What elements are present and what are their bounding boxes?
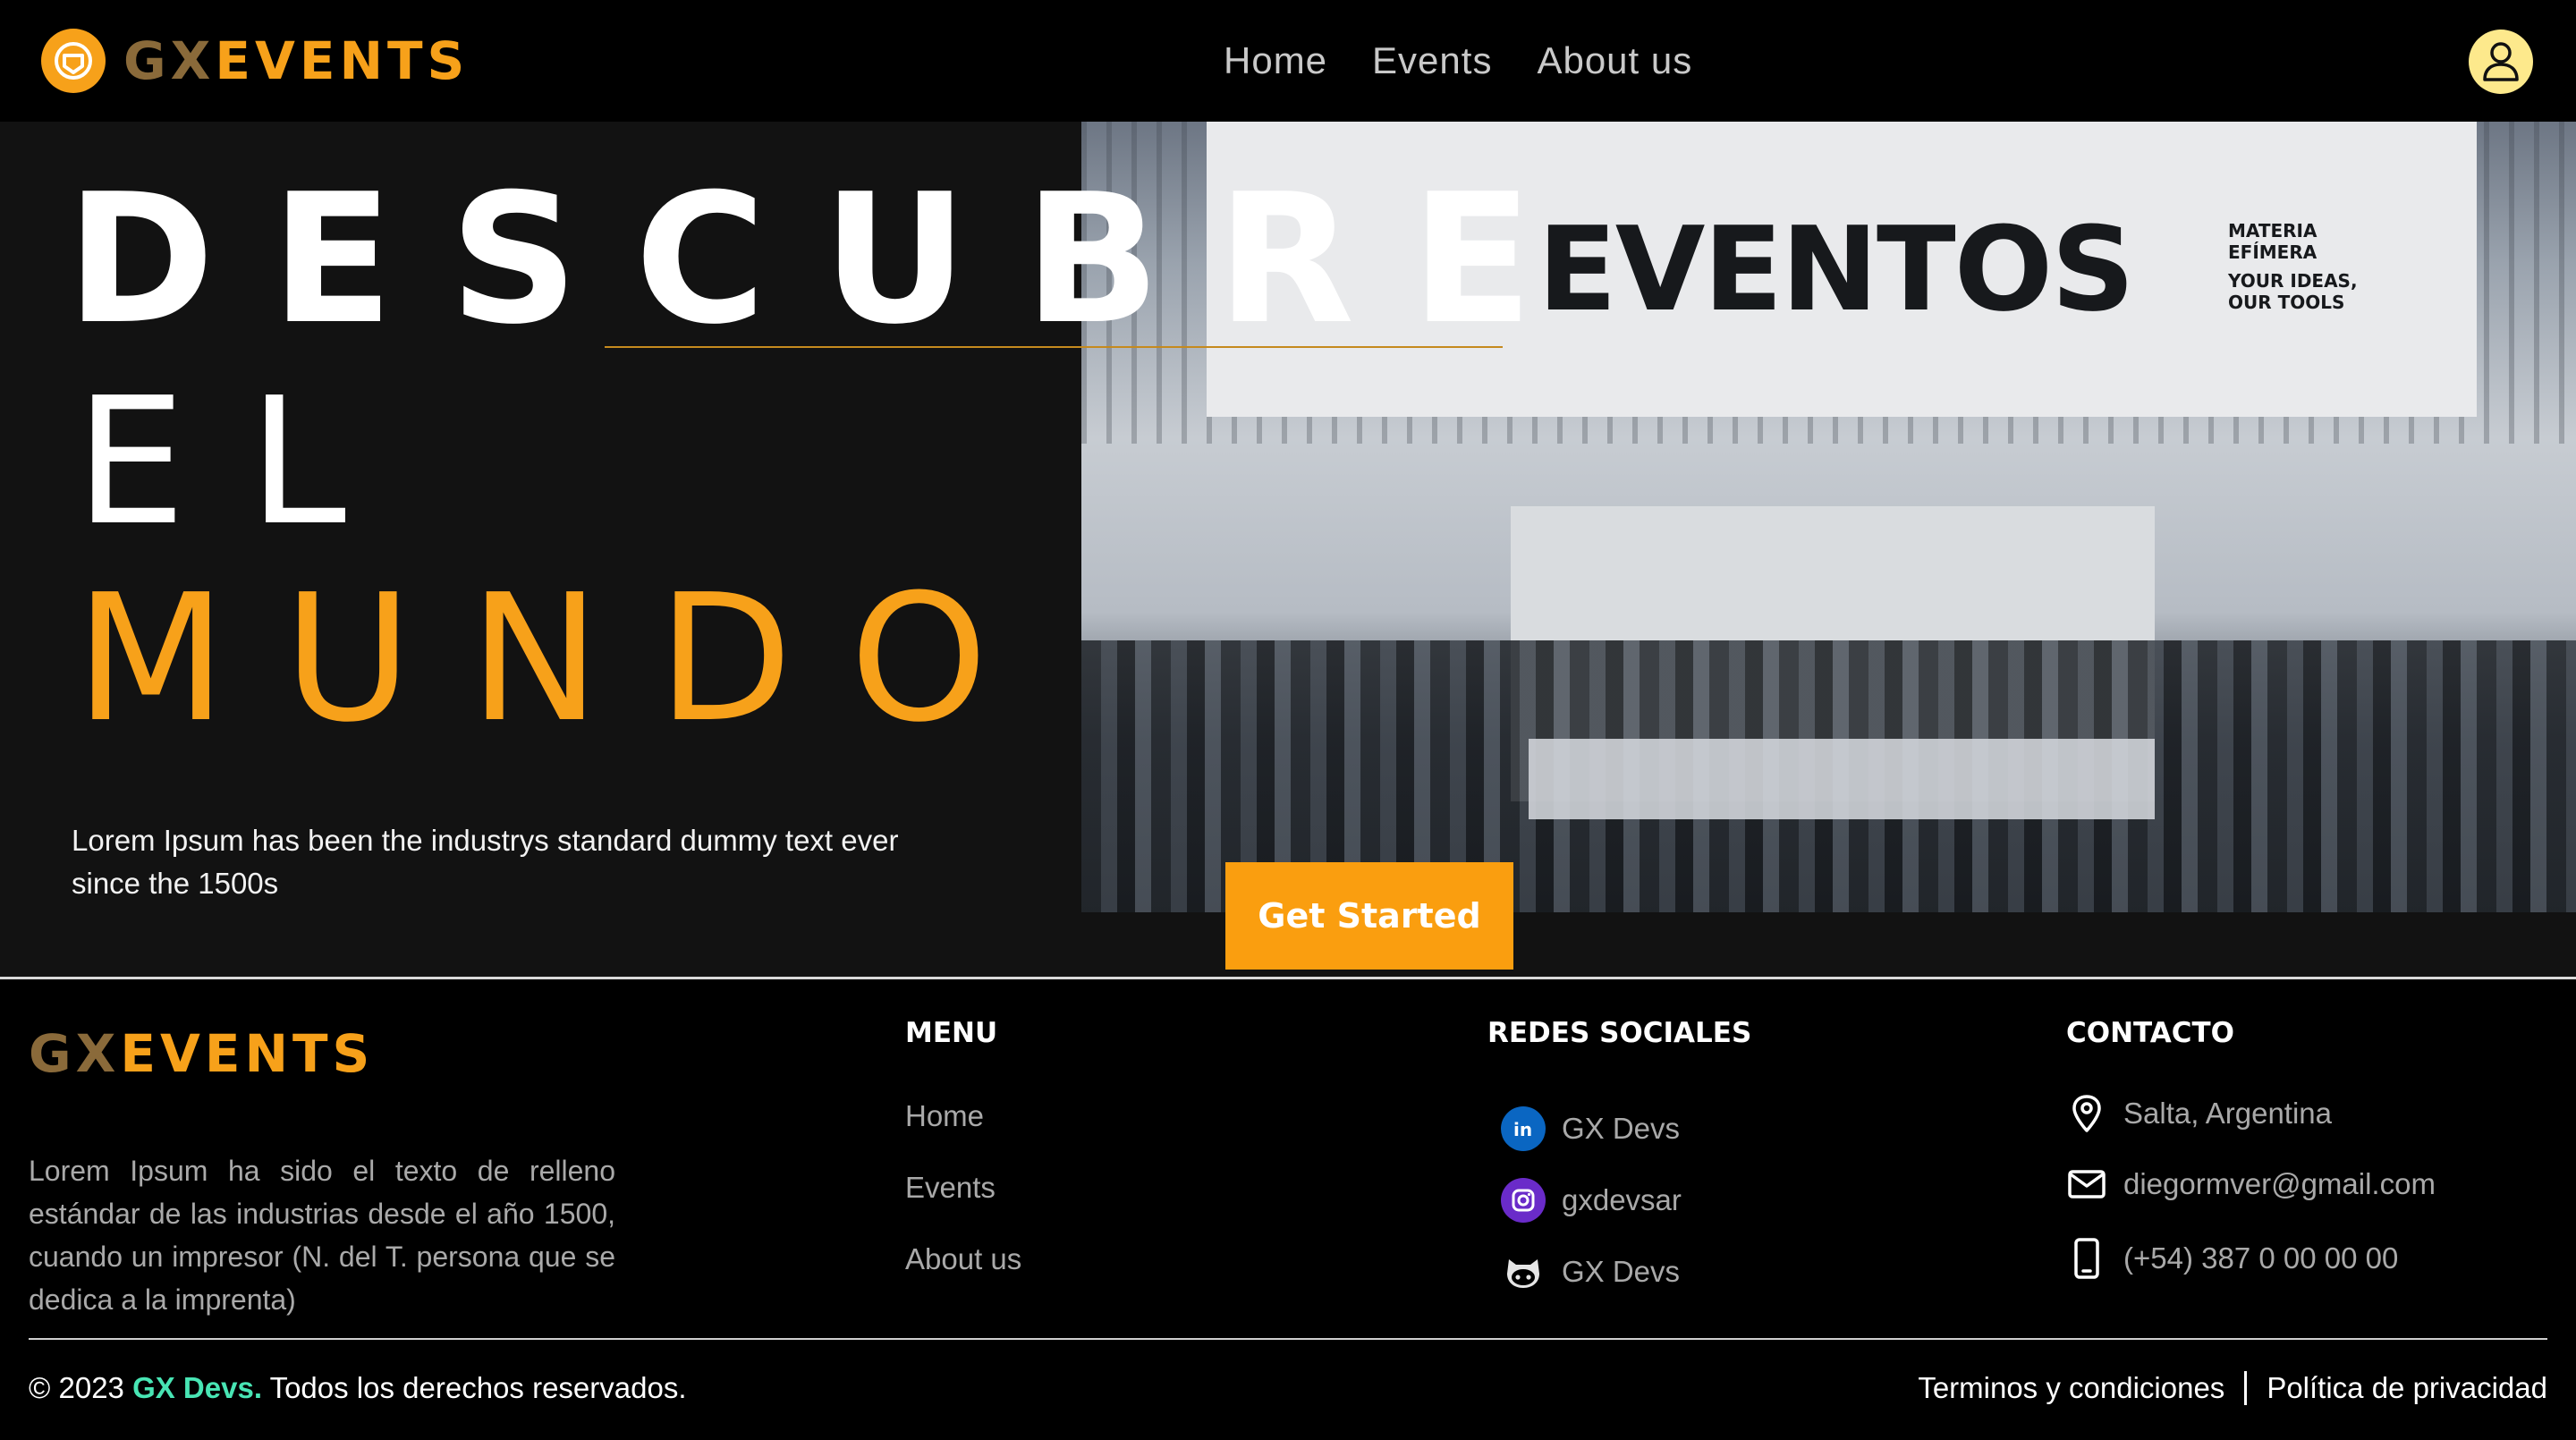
photo-brand-text: MATERIA EFÍMERA YOUR IDEAS, OUR TOOLS <box>2228 220 2358 313</box>
footer-link-home[interactable]: Home <box>905 1099 984 1133</box>
copyright-prefix: © 2023 <box>29 1371 124 1404</box>
hero-description: Lorem Ipsum has been the industrys stand… <box>72 824 899 900</box>
copyright-suffix: Todos los derechos reservados. <box>269 1371 687 1404</box>
logo-gx: GX <box>123 30 216 91</box>
user-icon <box>2483 42 2519 81</box>
contact-email-label: diegormver@gmail.com <box>2123 1167 2436 1200</box>
hero-title-el: EL <box>75 360 410 564</box>
svg-text:in: in <box>1513 1119 1532 1140</box>
footer-bottom-divider <box>29 1338 2547 1340</box>
main-nav: Home Events About us <box>1224 36 1737 86</box>
contact-email[interactable]: diegormver@gmail.com <box>2066 1167 2436 1201</box>
photo-tagline-line2: OUR TOOLS <box>2228 292 2345 313</box>
contact-location: Salta, Argentina <box>2066 1094 2332 1133</box>
site-logo[interactable]: GXEVENTS <box>41 27 469 95</box>
user-avatar-button[interactable] <box>2469 30 2533 94</box>
nav-about-us[interactable]: About us <box>1537 36 1692 86</box>
legal-links: Terminos y condiciones Política de priva… <box>1918 1371 2547 1405</box>
hero-section: EVENTOS MATERIA EFÍMERA YOUR IDEAS, OUR … <box>0 122 2576 977</box>
location-pin-icon <box>2066 1094 2107 1133</box>
copyright-text: © 2023 GX Devs. Todos los derechos reser… <box>29 1371 687 1405</box>
nav-home[interactable]: Home <box>1224 36 1327 86</box>
footer-logo-events: EVENTS <box>120 1023 375 1084</box>
photo-counter <box>1529 739 2155 819</box>
photo-sign-text: EVENTOS <box>1538 201 2135 337</box>
footer-description: Lorem Ipsum ha sido el texto de relleno … <box>29 1155 615 1316</box>
terms-link[interactable]: Terminos y condiciones <box>1918 1371 2224 1405</box>
logo-events: EVENTS <box>215 30 470 91</box>
logo-text: GXEVENTS <box>123 35 469 87</box>
privacy-link[interactable]: Política de privacidad <box>2267 1371 2547 1405</box>
phone-icon <box>2066 1237 2107 1280</box>
site-footer: GXEVENTS Lorem Ipsum ha sido el texto de… <box>0 979 2576 1440</box>
mail-icon <box>2066 1169 2107 1199</box>
social-linkedin-label: GX Devs <box>1562 1112 1681 1145</box>
nav-events[interactable]: Events <box>1372 36 1492 86</box>
linkedin-icon: in <box>1501 1106 1546 1151</box>
photo-brand-line1: MATERIA <box>2228 220 2318 241</box>
instagram-icon <box>1501 1178 1546 1223</box>
top-navbar: GXEVENTS Home Events About us <box>0 0 2576 122</box>
get-started-button[interactable]: Get Started <box>1225 862 1513 970</box>
footer-link-about-us[interactable]: About us <box>905 1242 1021 1276</box>
contact-phone-label: (+54) 387 0 00 00 00 <box>2123 1241 2399 1275</box>
social-github-label: GX Devs <box>1562 1255 1681 1288</box>
photo-brand-line2: EFÍMERA <box>2228 241 2318 263</box>
social-instagram-label: gxdevsar <box>1562 1183 1682 1216</box>
footer-social-title: REDES SOCIALES <box>1487 1017 1752 1049</box>
hero-title-descubre: DESCUBRE <box>66 156 1589 364</box>
social-linkedin-link[interactable]: in GX Devs <box>1501 1106 1680 1151</box>
github-icon <box>1501 1249 1546 1294</box>
footer-logo-gx: GX <box>29 1023 121 1084</box>
contact-phone[interactable]: (+54) 387 0 00 00 00 <box>2066 1237 2398 1280</box>
legal-separator <box>2244 1371 2248 1405</box>
footer-menu-title: MENU <box>905 1017 998 1049</box>
hero-accent-divider <box>605 346 1503 348</box>
contact-location-label: Salta, Argentina <box>2123 1097 2332 1130</box>
footer-logo[interactable]: GXEVENTS <box>29 1028 374 1080</box>
social-github-link[interactable]: GX Devs <box>1501 1249 1680 1294</box>
social-instagram-link[interactable]: gxdevsar <box>1501 1178 1682 1223</box>
footer-contact-title: CONTACTO <box>2066 1017 2235 1049</box>
photo-tagline-line1: YOUR IDEAS, <box>2228 270 2358 292</box>
hero-title-mundo: MUNDO <box>75 557 1046 761</box>
footer-link-events[interactable]: Events <box>905 1171 996 1205</box>
copyright-brand-link[interactable]: GX Devs. <box>132 1371 262 1404</box>
logo-emblem-icon <box>41 29 106 93</box>
